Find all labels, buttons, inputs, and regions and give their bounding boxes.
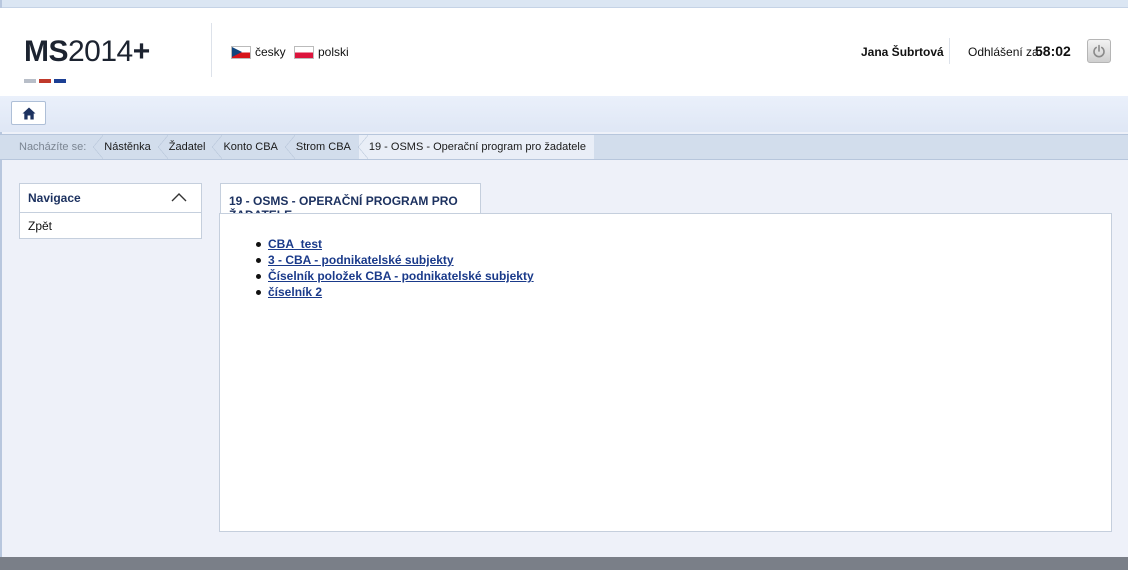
footer-bar: [0, 557, 1128, 570]
content-panel: CBA_test 3 - CBA - podnikatelské subjekt…: [219, 213, 1112, 532]
home-button[interactable]: [11, 101, 46, 125]
link-ciselnik-2[interactable]: číselník 2: [268, 285, 322, 299]
breadcrumb-label: Nacházíte se:: [19, 141, 87, 153]
navigation-title: Navigace: [28, 191, 81, 205]
breadcrumb-item-current: 19 - OSMS - Operační program pro žadatel…: [357, 135, 594, 159]
toolbar: [0, 96, 1128, 132]
logout-timer: 58:02: [1035, 43, 1071, 59]
header: MS2014+ česky polski Jana Šubrtová Odhlá…: [0, 8, 1128, 96]
breadcrumb-item-konto-cba[interactable]: Konto CBA: [212, 135, 285, 159]
logo-bars: [24, 70, 69, 88]
language-cs-link[interactable]: česky: [231, 44, 286, 60]
logo-year: 2014: [68, 35, 133, 68]
link-cba-podnikatelske[interactable]: 3 - CBA - podnikatelské subjekty: [268, 253, 454, 267]
navigation-panel: Navigace Zpět: [19, 183, 202, 239]
logo-plus: +: [132, 35, 151, 68]
list-item: Číselník položek CBA - podnikatelské sub…: [256, 268, 534, 284]
header-divider: [211, 23, 212, 77]
home-icon: [22, 107, 35, 119]
language-cs-label: česky: [255, 45, 286, 59]
logout-label: Odhlášení za:: [968, 45, 1043, 59]
flag-cz-icon: [231, 45, 251, 59]
breadcrumb-item-nastenka[interactable]: Nástěnka: [93, 135, 158, 159]
breadcrumb-item-zadatel[interactable]: Žadatel: [157, 135, 214, 159]
list-item: 3 - CBA - podnikatelské subjekty: [256, 252, 534, 268]
power-icon: [1093, 44, 1105, 58]
link-ciselnik-polozek[interactable]: Číselník položek CBA - podnikatelské sub…: [268, 269, 534, 283]
logout-button[interactable]: [1087, 39, 1111, 63]
logo-bar: [24, 79, 36, 83]
logo-bar: [54, 79, 66, 83]
logo-bar: [39, 79, 51, 83]
breadcrumb: Nacházíte se: Nástěnka Žadatel Konto CBA…: [0, 134, 1128, 160]
list-item: CBA_test: [256, 236, 534, 252]
top-strip: [0, 0, 1128, 8]
user-name[interactable]: Jana Šubrtová: [861, 45, 944, 59]
navigation-item-zpet[interactable]: Zpět: [28, 219, 52, 233]
breadcrumb-item-strom-cba[interactable]: Strom CBA: [284, 135, 359, 159]
list-item: číselník 2: [256, 284, 534, 300]
link-cba-test[interactable]: CBA_test: [268, 237, 322, 251]
app-logo[interactable]: MS2014+: [24, 35, 150, 69]
navigation-header[interactable]: Navigace: [20, 184, 201, 213]
logo-ms: MS: [24, 35, 69, 68]
language-pl-label: polski: [318, 45, 349, 59]
language-pl-link[interactable]: polski: [294, 44, 349, 60]
tab-program[interactable]: 19 - OSMS - OPERAČNÍ PROGRAM PRO ŽADATEL…: [220, 183, 481, 222]
link-list: CBA_test 3 - CBA - podnikatelské subjekt…: [256, 236, 534, 300]
flag-pl-icon: [294, 45, 314, 59]
header-divider: [949, 38, 950, 64]
chevron-up-icon[interactable]: [170, 191, 188, 203]
